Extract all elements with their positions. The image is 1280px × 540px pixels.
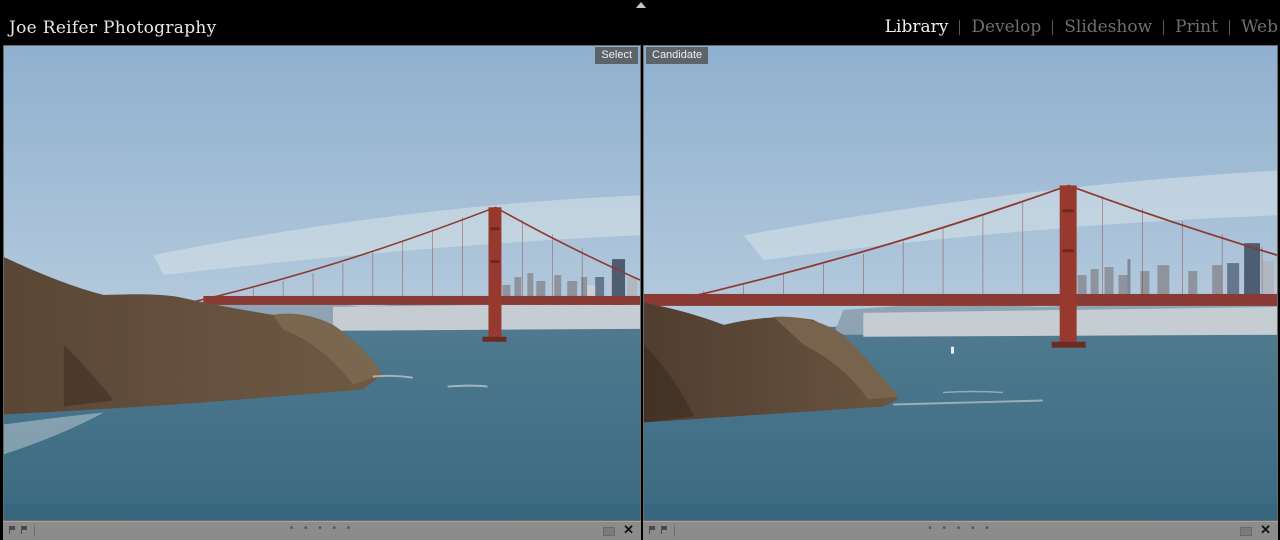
toolbar-divider	[34, 525, 35, 537]
module-separator	[1163, 19, 1165, 35]
candidate-photo-pane[interactable]: Candidate	[643, 45, 1278, 521]
module-picker: Library Develop Slideshow Print Web	[885, 17, 1278, 37]
identity-plate: Joe Reifer Photography	[9, 18, 217, 38]
module-library[interactable]: Library	[885, 17, 949, 37]
module-web[interactable]: Web	[1241, 17, 1278, 37]
collapse-top-panel-icon[interactable]	[636, 2, 646, 8]
module-separator	[1228, 19, 1230, 35]
select-label: Select	[595, 47, 638, 64]
flag-pick-icon[interactable]	[649, 526, 655, 534]
flag-pick-icon[interactable]	[9, 526, 15, 534]
top-panel: Joe Reifer Photography Library Develop S…	[0, 10, 1280, 44]
select-toolbar: • • • • • ✕	[3, 521, 641, 540]
module-separator	[1052, 19, 1054, 35]
flag-reject-icon[interactable]	[21, 526, 27, 534]
select-photo-pane[interactable]: Select	[3, 45, 641, 521]
module-develop[interactable]: Develop	[971, 17, 1041, 37]
module-print[interactable]: Print	[1175, 17, 1218, 37]
rating-dots[interactable]: • • • • •	[928, 523, 993, 534]
color-label-icon[interactable]	[1240, 527, 1252, 536]
module-slideshow[interactable]: Slideshow	[1064, 17, 1152, 37]
close-icon[interactable]: ✕	[623, 522, 634, 538]
rating-dots[interactable]: • • • • •	[290, 523, 355, 534]
flag-reject-icon[interactable]	[661, 526, 667, 534]
color-label-icon[interactable]	[603, 527, 615, 536]
candidate-toolbar: • • • • • ✕	[643, 521, 1278, 540]
toolbar-divider	[674, 525, 675, 537]
select-photo	[4, 46, 640, 520]
close-icon[interactable]: ✕	[1260, 522, 1271, 538]
candidate-photo	[644, 46, 1277, 520]
candidate-label: Candidate	[646, 47, 709, 64]
module-separator	[959, 19, 961, 35]
